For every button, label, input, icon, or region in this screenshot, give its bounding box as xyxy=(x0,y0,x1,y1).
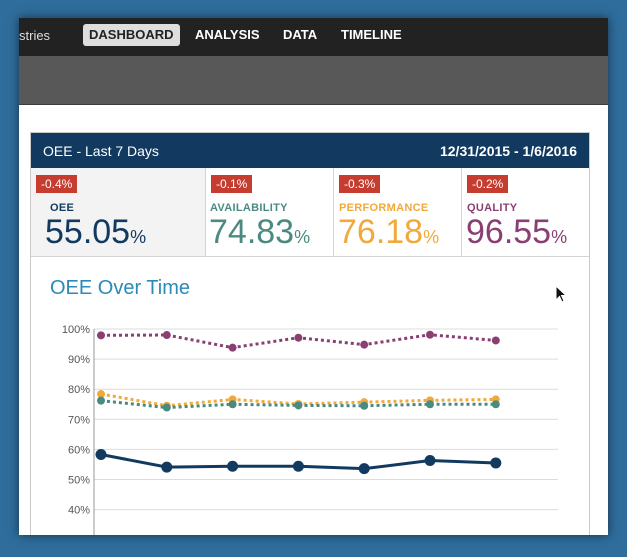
data-point-availability[interactable] xyxy=(228,400,237,409)
data-point-quality[interactable] xyxy=(426,330,434,339)
y-tick-label: 100% xyxy=(62,324,90,336)
top-navbar: stries DASHBOARD ANALYSIS DATA TIMELINE xyxy=(19,18,608,56)
data-point-availability[interactable] xyxy=(294,401,303,410)
data-point-availability[interactable] xyxy=(162,403,171,412)
nav-analysis[interactable]: ANALYSIS xyxy=(189,24,266,46)
y-tick-label: 80% xyxy=(68,384,90,396)
data-point-oee[interactable] xyxy=(490,457,502,469)
y-tick-label: 60% xyxy=(68,444,90,456)
data-point-quality[interactable] xyxy=(360,340,369,349)
y-tick-label: 50% xyxy=(68,475,90,487)
oee-panel: OEE - Last 7 Days 12/31/2015 - 1/6/2016 … xyxy=(30,132,590,535)
data-point-oee[interactable] xyxy=(95,449,107,461)
nav-timeline[interactable]: TIMELINE xyxy=(335,24,408,46)
browser-window: stries DASHBOARD ANALYSIS DATA TIMELINE … xyxy=(19,18,608,535)
data-point-oee[interactable] xyxy=(292,460,304,472)
data-point-availability[interactable] xyxy=(426,400,434,409)
data-point-oee[interactable] xyxy=(424,455,436,467)
y-tick-label: 40% xyxy=(68,505,90,517)
brand-name[interactable]: stries xyxy=(19,28,50,43)
mouse-cursor-icon xyxy=(555,285,568,303)
y-tick-label: 90% xyxy=(68,354,90,366)
data-point-oee[interactable] xyxy=(358,463,370,475)
y-tick-label: 70% xyxy=(68,414,90,426)
oee-line-chart: 100%90%80%70%60%50%40%30% xyxy=(62,324,558,535)
data-point-oee[interactable] xyxy=(161,461,173,473)
data-point-quality[interactable] xyxy=(294,333,303,342)
data-point-availability[interactable] xyxy=(491,400,500,409)
sub-toolbar xyxy=(19,56,608,105)
data-point-quality[interactable] xyxy=(491,336,500,345)
data-point-quality[interactable] xyxy=(97,331,105,340)
data-point-quality[interactable] xyxy=(228,343,237,352)
data-point-quality[interactable] xyxy=(162,331,171,340)
data-point-availability[interactable] xyxy=(360,401,369,410)
nav-dashboard[interactable]: DASHBOARD xyxy=(83,24,180,46)
nav-data[interactable]: DATA xyxy=(277,24,323,46)
data-point-oee[interactable] xyxy=(227,460,239,472)
data-point-availability[interactable] xyxy=(97,396,105,405)
